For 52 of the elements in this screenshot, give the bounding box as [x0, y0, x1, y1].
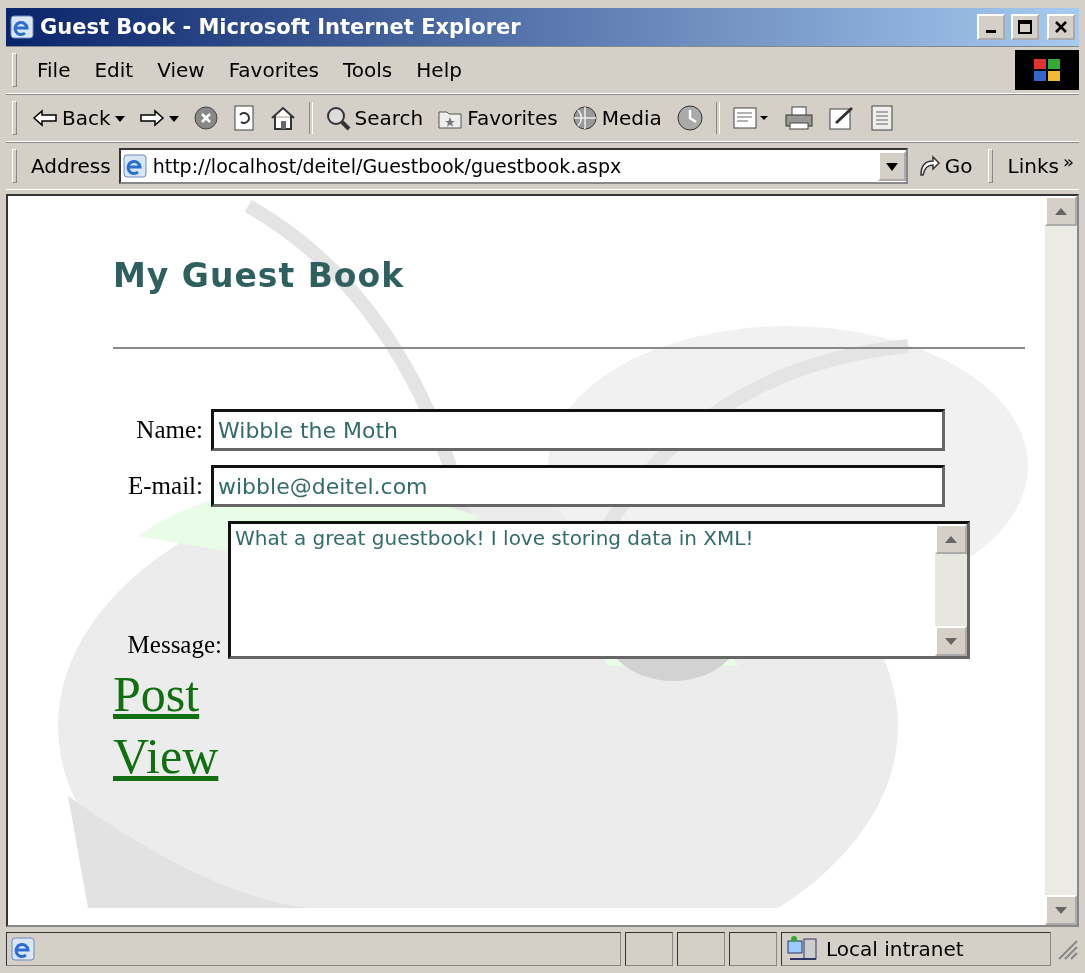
maximize-icon [1018, 20, 1032, 34]
status-pane [625, 932, 673, 966]
mail-icon[interactable] [731, 105, 770, 131]
window-title: Guest Book - Microsoft Internet Explorer [40, 15, 522, 39]
minimize-button[interactable] [977, 14, 1005, 40]
input-field[interactable]: Wibble the Moth [211, 409, 945, 451]
dropdown-button[interactable] [877, 151, 906, 181]
menu-item[interactable]: Tools [333, 54, 403, 86]
scrollbar[interactable] [1045, 196, 1077, 925]
search-icon [324, 105, 351, 131]
menu-item[interactable]: File [27, 54, 81, 86]
media-button[interactable]: Media [566, 103, 667, 133]
close-button[interactable] [1047, 14, 1075, 40]
field-label: Name: [135, 416, 203, 444]
favorites-button[interactable]: Favorites [432, 104, 563, 132]
status-pane [729, 932, 777, 966]
search-button[interactable]: Search [319, 103, 429, 133]
page-icon [122, 154, 147, 178]
menu-item[interactable]: View [147, 54, 215, 86]
back-button[interactable]: Back [27, 104, 130, 132]
stop-icon[interactable] [192, 105, 219, 131]
ie-logo-icon [10, 15, 34, 39]
page-heading: My Guest Book [113, 256, 406, 295]
ie-page-icon [11, 937, 35, 961]
text-link[interactable]: View [113, 725, 219, 787]
links-button[interactable]: Links » [1002, 152, 1079, 180]
menu-item[interactable]: Favorites [218, 54, 329, 86]
go-button[interactable]: Go [911, 152, 978, 180]
windows-logo-icon [1015, 50, 1079, 90]
clock-icon[interactable] [675, 104, 704, 132]
maximize-button[interactable] [1011, 14, 1039, 40]
scrollbar[interactable] [935, 524, 967, 656]
document-icon[interactable] [869, 104, 894, 132]
close-icon [1054, 20, 1068, 34]
forward-arrow-icon[interactable] [138, 109, 165, 127]
globe-icon [571, 105, 598, 131]
address-field[interactable]: http://localhost/deitel/Guestbook/guestbook.aspx [118, 148, 908, 184]
menu-item[interactable]: Help [406, 54, 472, 86]
printer-icon[interactable] [783, 105, 814, 131]
field-label: E-mail: [127, 472, 203, 500]
input-field[interactable]: wibble@deitel.com [211, 465, 945, 507]
edit-page-icon[interactable] [827, 105, 856, 131]
address-label: Address [30, 154, 112, 178]
text-link[interactable]: Post [113, 663, 200, 725]
back-arrow-icon [32, 109, 58, 127]
network-icon [786, 935, 820, 963]
status-pane [677, 932, 725, 966]
refresh-icon[interactable] [232, 105, 255, 131]
zone-label: Local intranet [826, 937, 964, 961]
menu-item[interactable]: Edit [84, 54, 144, 86]
field-label: Message: [126, 631, 222, 659]
minimize-icon [986, 29, 996, 33]
